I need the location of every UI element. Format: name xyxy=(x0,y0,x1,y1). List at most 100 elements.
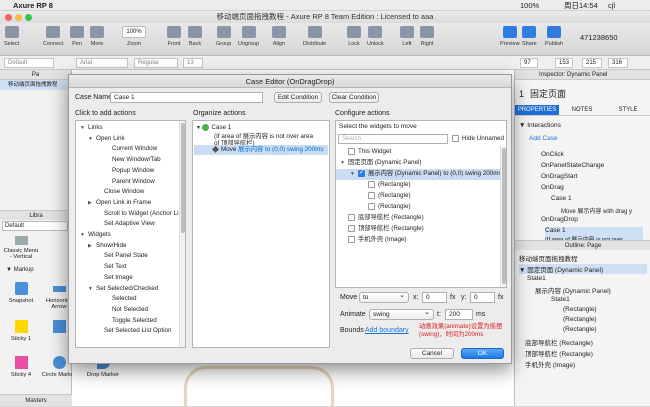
user-menu[interactable]: cjl xyxy=(608,1,615,10)
widget-item[interactable]: ▼ 展示内容 (Dynamic Panel) to (0,0) swing 200… xyxy=(336,168,502,180)
toolbar-front-button[interactable]: Front xyxy=(167,26,181,47)
tab-style[interactable]: STYLE xyxy=(605,105,650,115)
duration-input[interactable]: 200 xyxy=(445,309,473,320)
action-item[interactable]: Parent Window xyxy=(76,177,155,188)
action-item[interactable]: ▼ Open Link xyxy=(76,134,125,145)
widget-item[interactable]: (Rectangle) xyxy=(336,202,500,213)
library-item-classic-menu[interactable]: Classic Menu - Vertical xyxy=(2,236,40,260)
clear-condition-button[interactable]: Clear Condition xyxy=(329,92,379,103)
edit-condition-button[interactable]: Edit Condition xyxy=(274,92,322,103)
toolbar-select-button[interactable]: Select xyxy=(4,26,19,47)
move-action-row[interactable]: Move 展示内容 to (0,0) swing 200ms xyxy=(194,145,328,155)
cancel-button[interactable]: Cancel xyxy=(410,348,454,359)
close-window-button[interactable] xyxy=(5,14,12,21)
move-y-input[interactable]: 0 xyxy=(470,292,495,303)
toolbar-group-button[interactable]: Group xyxy=(216,26,231,47)
x-field[interactable]: 97 xyxy=(520,58,538,68)
action-item[interactable]: Set Adaptive View xyxy=(76,219,155,230)
add-case-link[interactable]: Add Case xyxy=(529,135,558,142)
toolbar-left-button[interactable]: Left xyxy=(400,26,414,47)
action-item[interactable]: Selected xyxy=(76,294,137,305)
actions-scrollbar[interactable] xyxy=(179,121,185,347)
widget-name[interactable]: 1 固定页面 xyxy=(519,87,566,100)
widget-item[interactable]: 手机外壳 (Image) xyxy=(336,235,500,246)
widget-checkbox[interactable] xyxy=(348,235,355,243)
animate-select[interactable]: swing xyxy=(369,308,434,320)
toolbar-more-button[interactable]: More xyxy=(90,26,104,47)
actions-list[interactable]: ▼ Links ▼ Open Link Current Window New Window… xyxy=(75,120,186,348)
organize-actions-panel[interactable]: ▼ Case 1 (If area of 展示内容 is not over ar… xyxy=(192,120,330,348)
action-item[interactable]: Scroll to Widget (Anchor Li xyxy=(76,209,179,220)
outline-state1-inner[interactable]: State1 xyxy=(551,296,570,303)
markup-group[interactable]: ▼ Markup xyxy=(6,267,34,273)
outline-rect-3[interactable]: (Rectangle) xyxy=(563,326,597,333)
zoom-window-button[interactable] xyxy=(25,14,32,21)
action-item[interactable]: Set Text xyxy=(76,262,127,273)
widget-item[interactable]: 底部导航栏 (Rectangle) xyxy=(336,213,500,224)
font-size-select[interactable]: 13 xyxy=(183,58,203,68)
toolbar-lock-button[interactable]: Lock xyxy=(347,26,361,47)
library-select[interactable]: Default xyxy=(2,221,68,231)
widget-checkbox[interactable] xyxy=(358,168,365,179)
w-field[interactable]: 215 xyxy=(582,58,602,68)
app-menu[interactable]: Axure RP 8 xyxy=(13,1,53,10)
toolbar-pen-button[interactable]: Pen xyxy=(70,26,84,47)
tab-notes[interactable]: NOTES xyxy=(559,105,605,115)
style-select[interactable]: Default xyxy=(4,58,54,68)
widget-item[interactable]: (Rectangle) xyxy=(336,191,500,202)
action-item[interactable]: ▶ Open Link in Frame xyxy=(76,198,151,209)
toolbar-preview-button[interactable]: Preview xyxy=(500,26,520,47)
h-field[interactable]: 316 xyxy=(608,58,628,68)
event-ondrag[interactable]: OnDrag xyxy=(541,184,564,191)
y-field[interactable]: 153 xyxy=(555,58,573,68)
widget-checkbox[interactable] xyxy=(348,224,355,232)
widget-checkbox[interactable] xyxy=(348,147,355,155)
ondrag-action[interactable]: Move 展示内容 with drag y xyxy=(561,206,632,215)
outline-state1[interactable]: State1 xyxy=(527,275,546,282)
outline-phone-image[interactable]: 手机外壳 (Image) xyxy=(525,359,575,369)
widget-checkbox[interactable] xyxy=(368,202,375,210)
widget-checkbox[interactable] xyxy=(368,180,375,188)
outline-rect-1[interactable]: (Rectangle) xyxy=(563,306,597,313)
library-item-snapshot[interactable]: Snapshot xyxy=(2,282,40,304)
font-select[interactable]: Arial xyxy=(76,58,128,68)
event-ondragstart[interactable]: OnDragStart xyxy=(541,173,578,180)
toolbar-right-button[interactable]: Right xyxy=(420,26,434,47)
event-onpanelstatechange[interactable]: OnPanelStateChange xyxy=(541,162,604,169)
toolbar-unlock-button[interactable]: Unlock xyxy=(367,26,384,47)
action-item[interactable]: Set Image xyxy=(76,273,133,284)
account-id[interactable]: 471238650 xyxy=(580,33,618,42)
action-item[interactable]: Popup Window xyxy=(76,166,154,177)
tab-properties[interactable]: PROPERTIES xyxy=(515,105,559,115)
widget-checkbox[interactable] xyxy=(348,213,355,221)
toolbar-zoom-button[interactable]: 100% Zoom xyxy=(122,26,146,47)
action-item[interactable]: Set Panel State xyxy=(76,251,148,262)
widgets-scrollbar[interactable] xyxy=(500,146,506,287)
interactions-header[interactable]: ▼ Interactions xyxy=(519,122,561,129)
add-boundary-link[interactable]: Add boundary xyxy=(365,327,409,334)
minimize-window-button[interactable] xyxy=(15,14,22,21)
library-item-sticky-1[interactable]: Sticky 1 xyxy=(2,320,40,342)
y-fx-button[interactable]: fx xyxy=(498,294,503,301)
action-item[interactable]: Close Window xyxy=(76,187,144,198)
outline-content-panel[interactable]: 展示内容 (Dynamic Panel) xyxy=(535,285,611,295)
case-name-input[interactable]: Case 1 xyxy=(110,92,263,103)
outline-rect-2[interactable]: (Rectangle) xyxy=(563,316,597,323)
toolbar-share-button[interactable]: Share xyxy=(522,26,537,47)
ondrag-case-1[interactable]: Case 1 xyxy=(551,195,572,202)
page-item[interactable]: 移动端页面拖拽教程 xyxy=(0,80,71,90)
outline-page[interactable]: 移动端页面拖拽教程 xyxy=(519,253,578,263)
outline-fixed-panel[interactable]: ▼ 固定页面 (Dynamic Panel) xyxy=(519,264,647,274)
widget-item[interactable]: (Rectangle) xyxy=(336,180,500,191)
action-item[interactable]: ▶ Show/Hide xyxy=(76,241,126,252)
weight-select[interactable]: Regular xyxy=(134,58,178,68)
widget-item[interactable]: This Widget xyxy=(336,147,500,158)
action-item[interactable]: Set Selected List Option xyxy=(76,326,172,337)
toolbar-align-button[interactable]: Align xyxy=(272,26,286,47)
toolbar-publish-button[interactable]: Publish xyxy=(545,26,563,47)
action-item[interactable]: ▼ Widgets xyxy=(76,230,111,241)
outline-bottom-nav[interactable]: 底部导航栏 (Rectangle) xyxy=(525,337,593,347)
toolbar-distribute-button[interactable]: Distribute xyxy=(303,26,326,47)
move-type-select[interactable]: to xyxy=(359,291,409,303)
event-ondragdrop[interactable]: OnDragDrop xyxy=(541,216,578,223)
